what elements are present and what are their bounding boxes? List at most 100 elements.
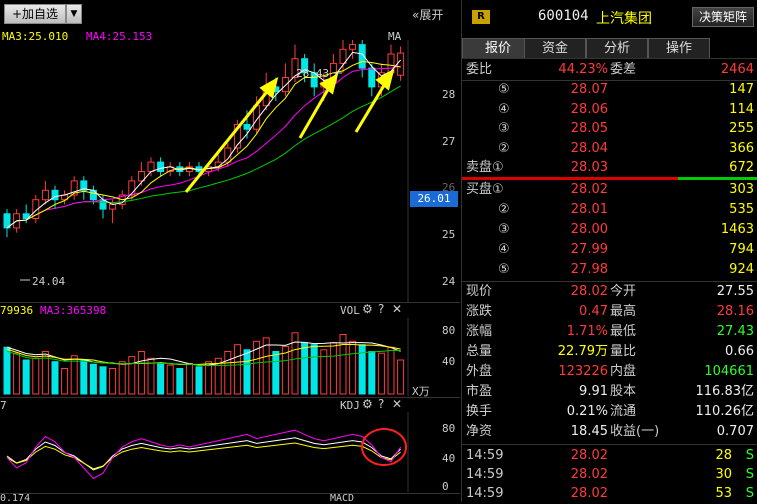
kdj-panel-name: KDJ xyxy=(340,399,360,412)
quote-value: 0.21% xyxy=(566,404,608,419)
candle-body xyxy=(281,77,289,93)
candle-body xyxy=(339,48,347,64)
volume-help-icon[interactable]: ? xyxy=(378,302,384,316)
quote-label: 外盘 xyxy=(466,364,493,379)
quote-label: 涨跌 xyxy=(466,304,493,319)
tick-time: 14:59 xyxy=(466,448,504,463)
quote-value-2: 110.26亿 xyxy=(695,404,755,419)
quote-row: 现价 28.02 今开 27.55 xyxy=(462,282,757,302)
kdj-y-tick-40: 40 xyxy=(442,452,456,465)
quote-row: 换手 0.21% 流通 110.26亿 xyxy=(462,402,757,422)
sell-price: 28.03 xyxy=(570,160,608,175)
add-watchlist-button[interactable]: +加自选 xyxy=(4,4,66,24)
volume-bar xyxy=(157,362,165,395)
buy-price: 27.98 xyxy=(570,262,608,277)
quote-row: 总量 22.79万 量比 0.66 xyxy=(462,342,757,362)
watchlist-dropdown-button[interactable]: ▼ xyxy=(66,4,82,24)
sell-level-label: ⑤ xyxy=(498,82,510,97)
tick-volume: 53 xyxy=(715,486,732,501)
volume-bar xyxy=(377,352,385,395)
volume-bar xyxy=(109,368,117,395)
low-price-annotation: 24.04 xyxy=(32,275,65,288)
volume-bar xyxy=(137,351,145,395)
volume-close-icon[interactable]: ✕ xyxy=(392,302,402,316)
volume-chart-svg xyxy=(3,318,409,396)
quote-label-2: 今开 xyxy=(610,284,637,299)
kdj-settings-gear-icon[interactable]: ⚙ xyxy=(362,397,373,411)
volume-bar xyxy=(301,342,309,395)
volume-bar xyxy=(89,363,97,395)
candle-body xyxy=(243,124,251,130)
buy-price: 27.99 xyxy=(570,242,608,257)
volume-bar xyxy=(176,368,184,395)
tick-time: 14:59 xyxy=(466,486,504,501)
volume-bar xyxy=(99,366,107,395)
volume-bar xyxy=(61,368,69,395)
candle-body xyxy=(157,161,165,172)
y-tick-25: 25 xyxy=(442,228,456,241)
volume-bar xyxy=(310,344,318,395)
quote-value: 18.45 xyxy=(570,424,608,439)
tick-side: S xyxy=(745,448,754,463)
volume-bar xyxy=(118,361,126,395)
y-tick-24: 24 xyxy=(442,275,456,288)
sell-volume: 255 xyxy=(729,121,754,136)
quote-panel: R 600104 上汽集团 决策矩阵 报价 资金 分析 操作 委比 44.23%… xyxy=(461,0,757,502)
candle-body xyxy=(109,203,117,210)
kdj-close-icon[interactable]: ✕ xyxy=(392,397,402,411)
quote-row: 涨跌 0.47 最高 28.16 xyxy=(462,302,757,322)
buy-row: ④ 27.99 794 xyxy=(462,240,757,260)
ratio-value: 44.23% xyxy=(558,62,608,77)
tick-volume: 28 xyxy=(715,448,732,463)
price-chart-svg: 28.43 24.04 xyxy=(3,40,409,302)
volume-bar xyxy=(51,361,59,395)
decision-matrix-button[interactable]: 决策矩阵 xyxy=(692,7,754,27)
diff-label: 委差 xyxy=(610,62,637,77)
highlight-circle xyxy=(361,428,407,466)
tab-funds[interactable]: 资金 xyxy=(524,38,586,58)
kdj-help-icon[interactable]: ? xyxy=(378,397,384,411)
quote-label: 现价 xyxy=(466,284,493,299)
buy-row: 买盘① 28.02 303 xyxy=(462,180,757,200)
tick-volume: 30 xyxy=(715,467,732,482)
order-ratio-row: 委比 44.23% 委差 2464 xyxy=(462,60,757,80)
volume-bar xyxy=(195,366,203,395)
tab-operation[interactable]: 操作 xyxy=(648,38,710,58)
quote-value-2: 116.83亿 xyxy=(695,384,755,399)
quote-label-2: 流通 xyxy=(610,404,637,419)
tick-price: 28.02 xyxy=(570,448,608,463)
volume-bar xyxy=(128,356,136,395)
buy-volume: 535 xyxy=(729,202,754,217)
tick-side: S xyxy=(745,486,754,501)
quote-value-2: 0.66 xyxy=(725,344,754,359)
volume-bar xyxy=(205,361,213,395)
sell-price: 28.05 xyxy=(570,121,608,136)
volume-settings-gear-icon[interactable]: ⚙ xyxy=(362,302,373,316)
sell-level-label: ② xyxy=(498,140,510,156)
buy-volume: 1463 xyxy=(720,222,754,237)
kdj-y-tick-80: 80 xyxy=(442,422,456,435)
kline-chart-area[interactable]: +加自选 ▼ «展开 MA3:25.010 MA4:25.153 MA 28.4… xyxy=(0,0,460,504)
expand-button[interactable]: «展开 xyxy=(412,6,443,23)
volume-y-tick-80: 80 xyxy=(442,324,456,337)
volume-bar xyxy=(387,346,395,395)
volume-bar xyxy=(272,351,280,395)
quote-row: 净资 18.45 收益(一) 0.707 xyxy=(462,422,757,442)
quote-value: 123226 xyxy=(558,364,608,379)
quote-row: 外盘 123226 内盘 104661 xyxy=(462,362,757,382)
quote-row: 涨幅 1.71% 最低 27.43 xyxy=(462,322,757,342)
trend-arrows xyxy=(184,68,395,193)
kdj-left-value: 7 xyxy=(0,399,7,412)
sell-price: 28.07 xyxy=(570,82,608,97)
sell-row: ③ 28.05 255 xyxy=(462,119,757,139)
sell-volume: 147 xyxy=(729,82,754,97)
tab-analysis[interactable]: 分析 xyxy=(586,38,648,58)
volume-bar xyxy=(185,362,193,395)
quote-label: 净资 xyxy=(466,424,493,439)
ma-green-line xyxy=(6,85,401,229)
sell-price: 28.06 xyxy=(570,101,608,117)
buy-row: ⑤ 27.98 924 xyxy=(462,260,757,280)
kdj-j-line xyxy=(6,429,402,480)
current-price-tag: 26.01 xyxy=(410,191,458,207)
quote-label: 涨幅 xyxy=(466,324,493,339)
